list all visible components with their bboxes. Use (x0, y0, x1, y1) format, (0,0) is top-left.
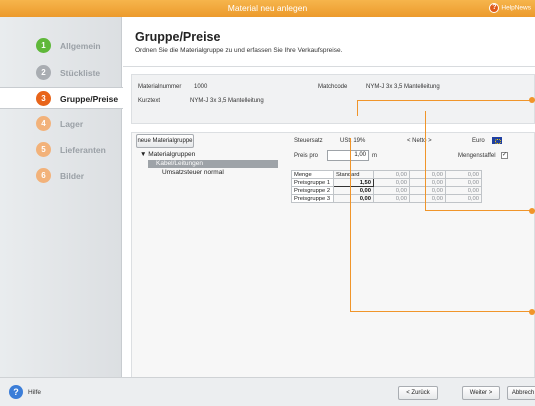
page-header: Gruppe/Preise Ordnen Sie die Materialgru… (123, 17, 535, 67)
steuersatz-label: Steuersatz (294, 138, 323, 144)
kurztext-label: Kurztext (138, 98, 161, 104)
step-gruppe-preise[interactable]: 3 Gruppe/Preise (0, 87, 123, 109)
kurztext-value: NYM-J 3x 3,5 Mantelleitung (190, 98, 264, 104)
step-number-badge: 4 (36, 116, 51, 131)
step-lager[interactable]: 4 Lager (0, 113, 122, 135)
step-number-badge: 5 (36, 142, 51, 157)
materialnummer-label: Materialnummer (138, 84, 182, 90)
tree-item[interactable]: Umsatzsteuer normal (162, 169, 224, 176)
next-button[interactable]: Weiter > (462, 386, 500, 400)
wizard-footer: ? Hilfe < Zurück Weiter > Abbrech (0, 377, 535, 406)
step-allgemein[interactable]: 1 Allgemein (0, 35, 122, 57)
tree-item-selected[interactable]: Kabel/Leitungen (148, 160, 278, 168)
row-label: Preisgruppe 3 (291, 194, 334, 203)
callout-dot (529, 208, 535, 214)
tree-root-label: Materialgruppen (148, 151, 196, 158)
table-header-cell: Menge (291, 170, 334, 179)
step-label: Gruppe/Preise (60, 94, 119, 104)
step-bilder[interactable]: 6 Bilder (0, 165, 122, 187)
callout-dot (529, 97, 535, 103)
callout-line-preis (350, 138, 535, 312)
step-label: Stückliste (60, 68, 101, 78)
step-number-badge: 6 (36, 168, 51, 183)
helpnews-label: HelpNews (501, 4, 531, 12)
help-link[interactable]: Hilfe (28, 389, 41, 396)
preis-pro-label: Preis pro (294, 153, 319, 159)
row-label: Preisgruppe 2 (291, 186, 334, 195)
material-group-tree[interactable]: ▼ Materialgruppen (140, 151, 195, 158)
matchcode-value: NYM-J 3x 3,5 Mantelleitung (366, 84, 440, 90)
new-material-group-button[interactable]: neue Materialgruppe (136, 134, 194, 148)
matchcode-label: Matchcode (318, 84, 348, 90)
back-button[interactable]: < Zurück (398, 386, 438, 400)
page-title: Gruppe/Preise (135, 30, 221, 44)
help-icon: ? (489, 3, 500, 13)
callout-dot (529, 309, 535, 315)
window-titlebar: Material neu anlegen ? HelpNews (0, 0, 535, 17)
step-number-badge: 1 (36, 38, 51, 53)
helpnews-link[interactable]: ? HelpNews (489, 3, 531, 13)
materialnummer-value: 1000 (194, 84, 208, 90)
step-number-badge: 3 (36, 91, 51, 106)
step-label: Lager (60, 119, 84, 129)
page-subtitle: Ordnen Sie die Materialgruppe zu und erf… (135, 47, 343, 54)
step-label: Bilder (60, 171, 85, 181)
tree-item-label: Kabel/Leitungen (156, 160, 203, 167)
step-stueckliste[interactable]: 2 Stückliste (0, 62, 122, 84)
step-label: Allgemein (60, 41, 101, 51)
tree-expand-icon[interactable]: ▼ (140, 151, 146, 158)
cancel-button[interactable]: Abbrech (507, 386, 535, 400)
row-label: Preisgruppe 1 (291, 178, 334, 187)
window-title: Material neu anlegen (227, 3, 308, 13)
step-number-badge: 2 (36, 65, 51, 80)
step-lieferanten[interactable]: 5 Lieferanten (0, 139, 122, 161)
tree-root[interactable]: ▼ Materialgruppen (140, 151, 195, 158)
step-label: Lieferanten (60, 145, 106, 155)
help-icon[interactable]: ? (9, 385, 23, 399)
wizard-sidebar: 1 Allgemein 2 Stückliste 3 Gruppe/Preise… (0, 17, 123, 377)
